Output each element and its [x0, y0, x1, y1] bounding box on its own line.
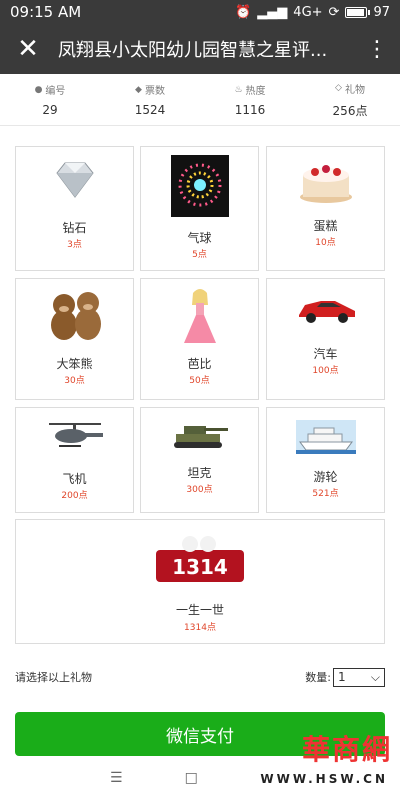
battery-percent: 97: [373, 4, 390, 20]
network-type: 4G+: [293, 4, 323, 20]
close-icon[interactable]: ✕: [10, 31, 46, 67]
gift-balloon[interactable]: 气球 5点: [140, 146, 259, 271]
gift-price: 521点: [312, 489, 339, 499]
bears-icon: [50, 292, 101, 340]
page-title: 凤翔县小太阳幼儿园智慧之星评...: [58, 40, 328, 61]
gift-diamond[interactable]: 钻石 3点: [15, 146, 134, 271]
sync-icon: ⟳: [328, 4, 340, 20]
quantity-select[interactable]: 1 ⌵: [333, 667, 385, 687]
firework-icon: [170, 155, 229, 217]
battery-fill: [347, 8, 364, 16]
gift-name: 飞机: [62, 472, 87, 486]
gift-price: 1314点: [184, 623, 216, 633]
status-bar: 09:15 AM ⏰ ▂▄▆ 4G+ ⟳ 97: [0, 0, 400, 24]
stat-value: 1524: [134, 103, 166, 117]
alarm-icon: ⏰: [235, 4, 252, 20]
rose-box-icon: 1314: [156, 536, 244, 582]
gift-cake[interactable]: 蛋糕 10点: [266, 146, 385, 271]
doll-icon: [183, 289, 216, 343]
battery-icon: [345, 6, 371, 18]
tank-icon: [173, 426, 228, 448]
watermark-url: WWW.HSW.CN: [260, 772, 388, 786]
stat-gifts: ◇ 礼物 256点: [300, 81, 400, 119]
gift-name: 游轮: [313, 470, 338, 484]
stat-label: 编号: [45, 86, 66, 97]
helicopter-icon: [48, 423, 103, 447]
stat-id: ● 编号 29: [0, 82, 100, 118]
stat-value: 1116: [234, 103, 266, 117]
gift-name: 一生一世: [175, 603, 224, 617]
stat-votes: ◆ 票数 1524: [100, 82, 200, 118]
gift-barbie[interactable]: 芭比 50点: [140, 278, 259, 400]
stats-bar: ● 编号 29 ◆ 票数 1524 ♨ 热度 1116 ◇ 礼物 256点: [0, 74, 400, 126]
home-square-icon[interactable]: □: [185, 770, 198, 786]
gift-price: 30点: [64, 376, 85, 386]
diamond-icon: ◇: [335, 83, 342, 93]
stat-label: 票数: [144, 86, 165, 97]
gift-car[interactable]: 汽车 100点: [266, 278, 385, 400]
title-bar: ✕ 凤翔县小太阳幼儿园智慧之星评... ⋮: [0, 24, 400, 74]
gift-price: 100点: [312, 366, 339, 376]
gift-ship[interactable]: 游轮 521点: [266, 407, 385, 513]
gift-plane[interactable]: 飞机 200点: [15, 407, 134, 513]
quantity-label: 数量:: [305, 671, 331, 684]
gift-price: 300点: [186, 485, 213, 495]
gift-name: 大笨熊: [56, 357, 93, 371]
stat-value: 29: [42, 103, 58, 117]
cake-icon: [299, 165, 352, 203]
flame-icon: ♨: [234, 84, 243, 95]
gift-name: 蛋糕: [313, 219, 338, 233]
gift-price: 5点: [192, 250, 207, 260]
status-time: 09:15 AM: [10, 3, 82, 21]
signal-icon: ▂▄▆: [257, 4, 288, 20]
gift-forever[interactable]: 1314 一生一世 1314点: [15, 519, 385, 644]
person-icon: ●: [34, 84, 43, 95]
stat-value: 256点: [332, 103, 368, 118]
gift-selection-row: 请选择以上礼物 数量: 1 ⌵: [15, 665, 385, 689]
status-icons: ⏰ ▂▄▆ 4G+ ⟳ 97: [235, 5, 390, 20]
ship-icon: [295, 420, 356, 454]
stat-label: 礼物: [344, 84, 365, 96]
gift-price: 50点: [189, 376, 210, 386]
gift-price: 200点: [61, 491, 88, 501]
quantity-value: 1: [338, 670, 346, 684]
gift-name: 汽车: [313, 347, 338, 361]
gift-bears[interactable]: 大笨熊 30点: [15, 278, 134, 400]
gift-tank[interactable]: 坦克 300点: [140, 407, 259, 513]
diamond-icon: [55, 162, 94, 198]
gift-name: 芭比: [187, 357, 212, 371]
stat-heat: ♨ 热度 1116: [200, 82, 300, 118]
chevron-down-icon: ⌵: [370, 669, 380, 684]
gift-price: 3点: [67, 240, 82, 250]
quantity-control: 数量: 1 ⌵: [305, 667, 385, 687]
svg-text:1314: 1314: [172, 555, 228, 579]
stat-label: 热度: [245, 86, 266, 97]
ticket-icon: ◆: [135, 84, 142, 95]
select-prompt: 请选择以上礼物: [15, 671, 92, 684]
car-icon: [298, 301, 355, 323]
gift-name: 钻石: [62, 221, 87, 235]
gift-name: 气球: [187, 231, 212, 245]
watermark-brand: 華商網: [301, 733, 392, 766]
menu-icon[interactable]: ☰: [110, 770, 123, 786]
more-vertical-icon[interactable]: ⋮: [364, 31, 390, 67]
gift-price: 10点: [315, 238, 336, 248]
gift-name: 坦克: [187, 466, 212, 480]
